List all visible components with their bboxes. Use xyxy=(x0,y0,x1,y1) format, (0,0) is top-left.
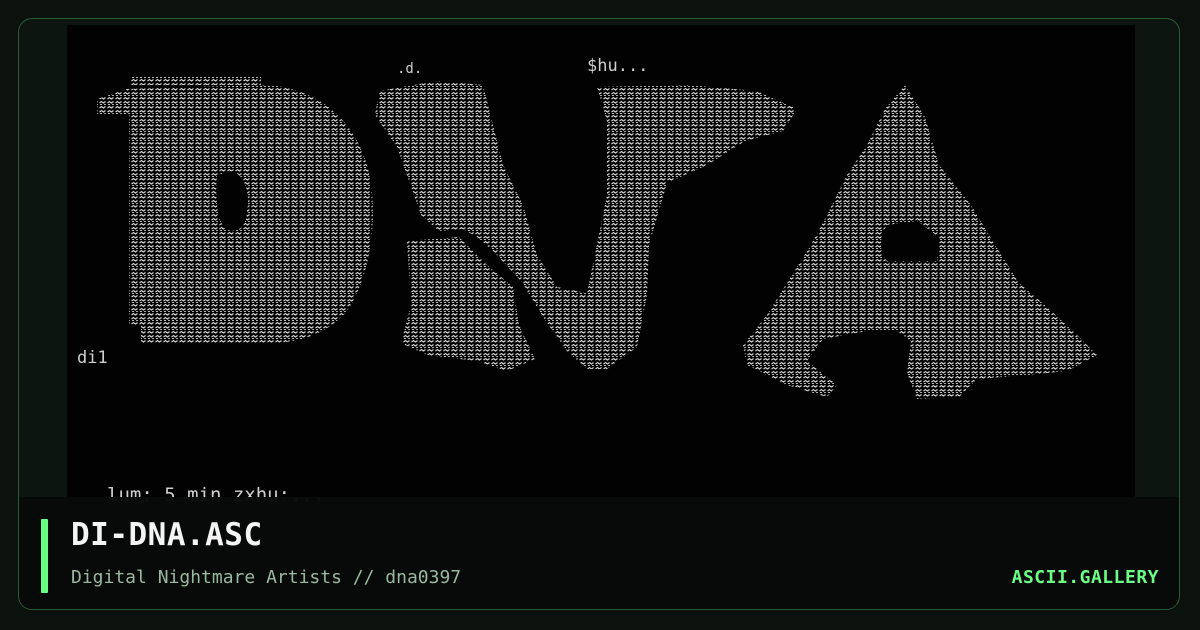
ascii-artwork-card: .d. $hu... di1 lum: 5 min zxhu:... DI-DN… xyxy=(18,18,1180,610)
ascii-letter-n xyxy=(375,81,797,371)
caption-bar: DI-DNA.ASC Digital Nightmare Artists // … xyxy=(19,497,1179,609)
ascii-letter-d xyxy=(97,77,373,344)
file-title: DI-DNA.ASC xyxy=(71,517,263,553)
accent-bar xyxy=(41,519,48,593)
file-subtitle: Digital Nightmare Artists // dna0397 xyxy=(71,567,462,588)
ascii-letter-a xyxy=(743,85,1097,399)
ascii-fragment-right: $hu... xyxy=(587,56,648,76)
brand-link[interactable]: ASCII.GALLERY xyxy=(1012,567,1159,588)
ascii-fragment-left: .d. xyxy=(397,61,422,77)
artist-signature: di1 xyxy=(77,348,108,368)
